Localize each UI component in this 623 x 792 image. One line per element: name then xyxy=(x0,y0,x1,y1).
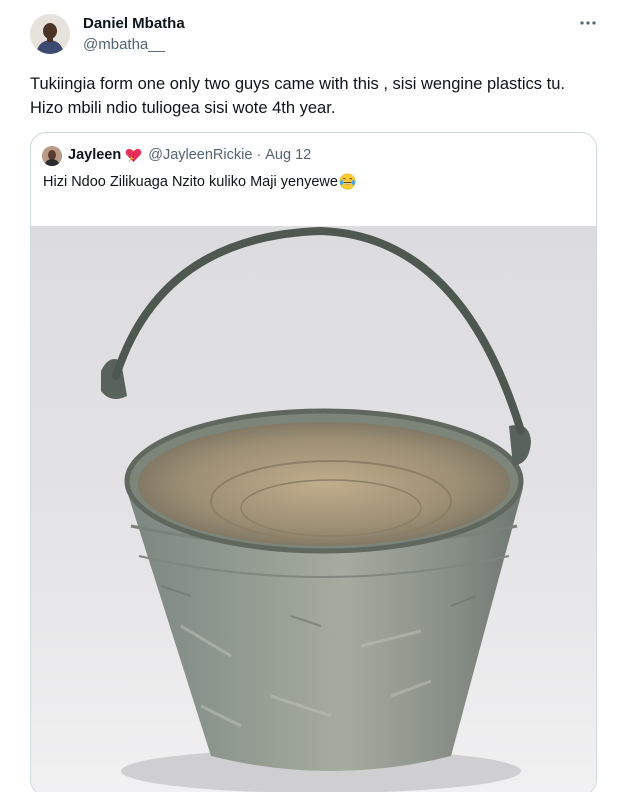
bucket-photo xyxy=(31,226,596,792)
author-avatar[interactable] xyxy=(30,14,70,54)
tweet-card[interactable]: Daniel Mbatha @mbatha__ Tukiingia form o… xyxy=(0,0,623,792)
quoted-author-handle[interactable]: @JayleenRickie xyxy=(148,147,252,163)
quoted-text: Hizi Ndoo Zilikuaga Nzito kuliko Maji ye… xyxy=(43,173,338,190)
more-options-button[interactable] xyxy=(576,13,600,33)
more-horizontal-icon xyxy=(580,21,596,25)
quoted-text-line: Hizi Ndoo Zilikuaga Nzito kuliko Maji ye… xyxy=(43,173,356,190)
quoted-author-name[interactable]: Jayleen xyxy=(68,147,121,163)
quoted-author-avatar[interactable] xyxy=(42,146,62,166)
tweet-text: Tukiingia form one only two guys came wi… xyxy=(30,75,565,117)
author-handle[interactable]: @mbatha__ xyxy=(83,36,165,53)
heart-with-ribbon-icon xyxy=(125,147,142,163)
author-avatar-image xyxy=(30,14,70,54)
quoted-header: Jayleen @JayleenRickie · Aug 12 xyxy=(68,147,311,163)
quoted-date[interactable]: Aug 12 xyxy=(265,147,311,163)
quoted-avatar-image xyxy=(42,146,62,166)
separator-dot: · xyxy=(256,147,262,163)
quoted-tweet[interactable]: Jayleen @JayleenRickie · Aug 12 Hizi Ndo… xyxy=(30,132,597,792)
quoted-media-photo[interactable] xyxy=(31,226,596,792)
face-with-tears-of-joy-icon xyxy=(339,173,356,190)
author-name[interactable]: Daniel Mbatha xyxy=(83,15,185,32)
